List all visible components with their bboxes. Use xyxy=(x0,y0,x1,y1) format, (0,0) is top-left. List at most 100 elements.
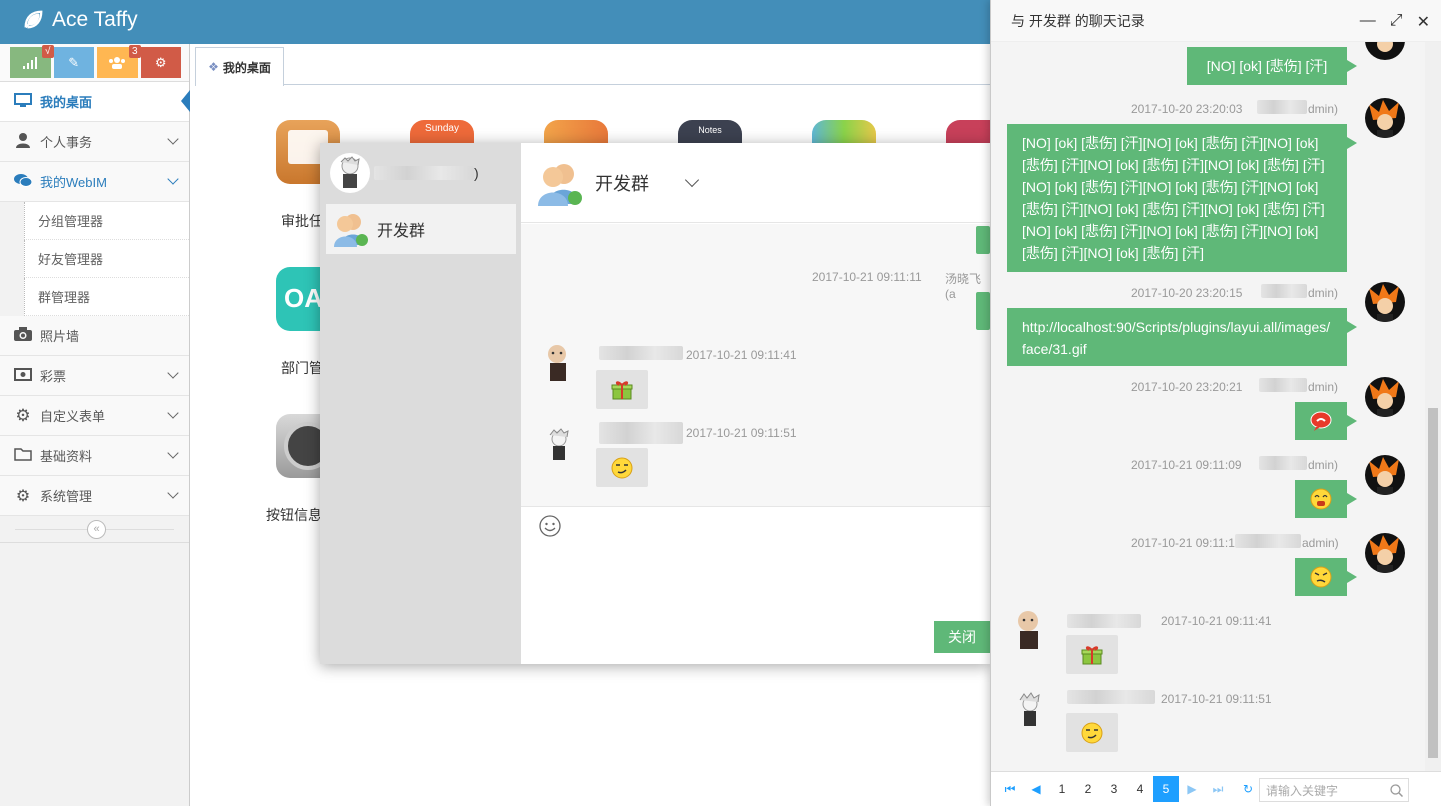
message-time: 2017-10-20 23:20:15 xyxy=(1131,286,1243,300)
pagination: ⏮ ◀ 1 2 3 4 5 ▶ ⏭ ↻ 请输入关键字 xyxy=(991,771,1441,806)
sidebar-item-custom-form[interactable]: ⚙ 自定义表单 xyxy=(0,396,189,436)
pencil-icon: ✎ xyxy=(68,54,80,70)
edit-shortcut-button[interactable]: ✎ xyxy=(53,47,94,78)
brand[interactable]: Ace Taffy xyxy=(22,8,138,32)
sidebar-item-label: 分组管理器 xyxy=(38,214,104,229)
message-bubble xyxy=(596,448,648,487)
message-list: 2017-10-21 09:11:11 汤晓飞(a 2017-10-21 09:… xyxy=(521,224,990,506)
notes-app-icon[interactable]: Notes xyxy=(678,120,742,143)
scrollbar[interactable] xyxy=(1425,42,1441,771)
user-avatar xyxy=(1365,455,1405,495)
tab-bar: ❖ 我的桌面 xyxy=(195,47,990,86)
sidebar-item-label: 彩票 xyxy=(40,369,67,384)
users-shortcut-button[interactable]: 3 xyxy=(97,45,141,78)
chevron-down-icon[interactable] xyxy=(684,172,700,188)
sidebar-item-webim[interactable]: 我的WebIM xyxy=(0,162,189,202)
emoji-icon[interactable] xyxy=(539,515,561,537)
sidebar-item-system[interactable]: ⚙ 系统管理 xyxy=(0,476,189,516)
chevron-down-icon xyxy=(167,133,179,145)
history-list: [NO] [ok] [悲伤] [汗] 2017-10-20 23:20:03 d… xyxy=(991,42,1425,771)
message-time: 2017-10-21 09:11:41 xyxy=(686,348,797,362)
page-5-current[interactable]: 5 xyxy=(1153,776,1179,802)
smirk-face-icon xyxy=(611,457,633,478)
chevron-down-icon xyxy=(167,367,179,379)
check-badge: √ xyxy=(42,45,54,58)
sidebar-item-label: 自定义表单 xyxy=(40,409,106,424)
current-user[interactable]: ) xyxy=(330,153,516,193)
last-page-icon[interactable]: ⏭ xyxy=(1205,776,1231,802)
avatar xyxy=(330,153,370,193)
desktop-label: 部门管 xyxy=(281,360,323,376)
panel-header: 与 开发群 的聊天记录 — ⤢ ✕ xyxy=(991,0,1441,42)
sidebar-subitem-team-manager[interactable]: 群管理器 xyxy=(24,278,189,316)
blurred-username xyxy=(1261,284,1307,298)
panel-title: 与 开发群 的聊天记录 xyxy=(1011,12,1145,29)
search-input[interactable]: 请输入关键字 xyxy=(1259,778,1409,802)
tab-desktop[interactable]: ❖ 我的桌面 xyxy=(195,47,284,86)
page-4[interactable]: 4 xyxy=(1127,776,1153,802)
scrollbar-thumb[interactable] xyxy=(1428,408,1438,758)
chat-history-panel: 与 开发群 的聊天记录 — ⤢ ✕ [NO] [ok] [悲伤] [汗] 201… xyxy=(990,0,1441,806)
page-1[interactable]: 1 xyxy=(1049,776,1075,802)
user-avatar xyxy=(1365,377,1405,417)
chevron-down-icon xyxy=(167,487,179,499)
chat-window: ) 开发群 开发群 2017-10-21 09:11:11 汤晓飞(a 2017… xyxy=(320,143,990,664)
sidebar: √ ✎ 3 ⚙ 我的桌面 个人事务 我的WebIM 分组管理器 好友管理器 群管… xyxy=(0,44,190,806)
sidebar-item-label: 好友管理器 xyxy=(38,252,104,267)
search-icon[interactable] xyxy=(1390,784,1403,797)
user-avatar xyxy=(549,428,569,460)
angry-bubble-icon xyxy=(1310,411,1332,431)
blurred-username xyxy=(599,422,683,444)
sidebar-item-label: 群管理器 xyxy=(38,290,91,305)
sidebar-item-label: 系统管理 xyxy=(40,489,93,504)
sidebar-item-base-data[interactable]: 基础资料 xyxy=(0,436,189,476)
sidebar-subitem-group-manager[interactable]: 分组管理器 xyxy=(24,202,189,240)
username-suffix: ) xyxy=(474,165,479,181)
message-bubble: [NO] [ok] [悲伤] [汗][NO] [ok] [悲伤] [汗][NO]… xyxy=(1007,124,1357,272)
settings-shortcut-button[interactable]: ⚙ xyxy=(140,47,181,78)
money-icon xyxy=(14,367,32,384)
crying-face-icon xyxy=(1310,488,1332,510)
message-bubble: [NO] [ok] [悲伤] [汗] xyxy=(1187,47,1357,85)
message-bubble xyxy=(1295,558,1357,596)
sidebar-item-personal[interactable]: 个人事务 xyxy=(0,122,189,162)
page-3[interactable]: 3 xyxy=(1101,776,1127,802)
sidebar-item-desktop[interactable]: 我的桌面 xyxy=(0,82,190,122)
group-avatar-icon xyxy=(538,163,582,206)
cogs-icon: ⚙ xyxy=(154,54,167,70)
sidebar-item-photo-wall[interactable]: 照片墙 xyxy=(0,316,189,356)
sidebar-item-lottery[interactable]: 彩票 xyxy=(0,356,189,396)
next-page-icon[interactable]: ▶ xyxy=(1179,776,1205,802)
cogs-icon: ⚙ xyxy=(15,487,31,505)
calendar-app-icon[interactable]: Sunday xyxy=(410,120,474,143)
first-page-icon[interactable]: ⏮ xyxy=(997,776,1023,802)
chevron-down-icon xyxy=(167,447,179,459)
close-icon[interactable]: ✕ xyxy=(1417,12,1430,32)
refresh-icon[interactable]: ↻ xyxy=(1235,776,1261,802)
page-2[interactable]: 2 xyxy=(1075,776,1101,802)
minimize-icon[interactable]: — xyxy=(1360,12,1376,32)
folder-icon xyxy=(14,447,32,464)
desktop-label: 审批任 xyxy=(281,213,323,229)
app-icon[interactable] xyxy=(946,120,990,143)
app-icon[interactable] xyxy=(812,120,876,143)
brand-title: Ace Taffy xyxy=(52,8,138,31)
sidebar-subitem-friend-manager[interactable]: 好友管理器 xyxy=(24,240,189,278)
shortcut-buttons: √ ✎ 3 ⚙ xyxy=(0,44,189,82)
prev-page-icon[interactable]: ◀ xyxy=(1023,776,1049,802)
maximize-icon[interactable]: ⤢ xyxy=(1390,12,1403,32)
users-icon xyxy=(109,56,126,69)
message-user: admin) xyxy=(1302,536,1339,550)
double-left-icon[interactable]: « xyxy=(87,520,106,539)
stats-shortcut-button[interactable]: √ xyxy=(10,45,54,78)
search-placeholder: 请输入关键字 xyxy=(1266,783,1339,798)
blurred-username xyxy=(1067,690,1155,704)
chat-item-group[interactable]: 开发群 xyxy=(326,204,516,254)
app-icon[interactable] xyxy=(544,120,608,143)
smirk-face-icon xyxy=(1081,722,1103,743)
chevron-down-icon xyxy=(167,407,179,419)
user-avatar xyxy=(548,345,566,381)
blurred-username xyxy=(1257,100,1307,114)
close-button[interactable]: 关闭 xyxy=(934,621,990,653)
users-count-badge: 3 xyxy=(128,45,141,58)
